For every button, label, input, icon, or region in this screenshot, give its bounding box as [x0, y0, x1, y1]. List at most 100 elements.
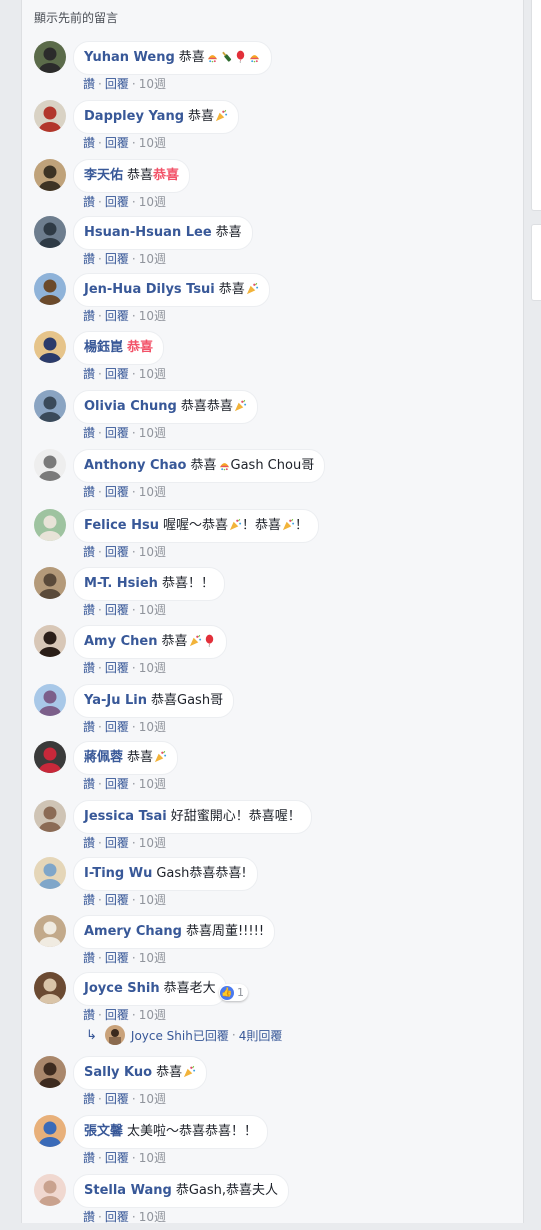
avatar[interactable]	[34, 509, 66, 541]
like-link[interactable]: 讚	[83, 252, 95, 266]
timestamp[interactable]: 10週	[139, 1092, 166, 1106]
like-link[interactable]: 讚	[83, 836, 95, 850]
avatar[interactable]	[34, 625, 66, 657]
commenter-name[interactable]: Joyce Shih	[84, 981, 160, 996]
avatar[interactable]	[34, 100, 66, 132]
avatar[interactable]	[34, 684, 66, 716]
like-link[interactable]: 讚	[83, 309, 95, 323]
avatar[interactable]	[34, 741, 66, 773]
avatar[interactable]	[34, 216, 66, 248]
timestamp[interactable]: 10週	[139, 485, 166, 499]
reply-link[interactable]: 回覆	[105, 77, 129, 91]
commenter-name[interactable]: Amery Chang	[84, 924, 182, 939]
like-link[interactable]: 讚	[83, 1151, 95, 1165]
reply-link[interactable]: 回覆	[105, 252, 129, 266]
commenter-name[interactable]: Olivia Chung	[84, 399, 177, 414]
reply-link[interactable]: 回覆	[105, 661, 129, 675]
reply-link[interactable]: 回覆	[105, 367, 129, 381]
reply-link[interactable]: 回覆	[105, 195, 129, 209]
timestamp[interactable]: 10週	[139, 1210, 166, 1224]
like-link[interactable]: 讚	[83, 951, 95, 965]
like-link[interactable]: 讚	[83, 661, 95, 675]
avatar[interactable]	[34, 915, 66, 947]
commenter-name[interactable]: Yuhan Weng	[84, 50, 175, 65]
reply-link[interactable]: 回覆	[105, 1092, 129, 1106]
commenter-name[interactable]: Jessica Tsai	[84, 809, 167, 824]
commenter-name[interactable]: Dappley Yang	[84, 109, 184, 124]
avatar[interactable]	[34, 857, 66, 889]
avatar[interactable]	[34, 567, 66, 599]
timestamp[interactable]: 10週	[139, 136, 166, 150]
timestamp[interactable]: 10週	[139, 426, 166, 440]
avatar[interactable]	[34, 273, 66, 305]
timestamp[interactable]: 10週	[139, 195, 166, 209]
timestamp[interactable]: 10週	[139, 252, 166, 266]
like-link[interactable]: 讚	[83, 426, 95, 440]
like-link[interactable]: 讚	[83, 603, 95, 617]
timestamp[interactable]: 10週	[139, 603, 166, 617]
commenter-name[interactable]: Anthony Chao	[84, 458, 186, 473]
commenter-name[interactable]: M-T. Hsieh	[84, 576, 158, 591]
timestamp[interactable]: 10週	[139, 367, 166, 381]
commenter-name[interactable]: 李天佑	[84, 168, 123, 183]
reply-link[interactable]: 回覆	[105, 603, 129, 617]
like-link[interactable]: 讚	[83, 1008, 95, 1022]
like-link[interactable]: 讚	[83, 77, 95, 91]
timestamp[interactable]: 10週	[139, 1151, 166, 1165]
avatar[interactable]	[34, 1056, 66, 1088]
commenter-name[interactable]: Felice Hsu	[84, 518, 159, 533]
reply-link[interactable]: 回覆	[105, 1210, 129, 1224]
like-link[interactable]: 讚	[83, 1210, 95, 1224]
commenter-name[interactable]: Amy Chen	[84, 634, 157, 649]
commenter-name[interactable]: 張文馨	[84, 1124, 123, 1139]
reply-link[interactable]: 回覆	[105, 951, 129, 965]
commenter-name[interactable]: Hsuan-Hsuan Lee	[84, 225, 212, 240]
like-link[interactable]: 讚	[83, 367, 95, 381]
reply-link[interactable]: 回覆	[105, 136, 129, 150]
avatar[interactable]	[34, 41, 66, 73]
timestamp[interactable]: 10週	[139, 720, 166, 734]
timestamp[interactable]: 10週	[139, 661, 166, 675]
like-link[interactable]: 讚	[83, 720, 95, 734]
avatar[interactable]	[34, 1115, 66, 1147]
reply-link[interactable]: 回覆	[105, 485, 129, 499]
commenter-name[interactable]: Ya-Ju Lin	[84, 693, 147, 708]
like-link[interactable]: 讚	[83, 777, 95, 791]
timestamp[interactable]: 10週	[139, 836, 166, 850]
reply-link[interactable]: 回覆	[105, 1008, 129, 1022]
reply-link[interactable]: 回覆	[105, 426, 129, 440]
commenter-name[interactable]: I-Ting Wu	[84, 866, 152, 881]
avatar[interactable]	[34, 800, 66, 832]
like-link[interactable]: 讚	[83, 545, 95, 559]
reply-link[interactable]: 回覆	[105, 545, 129, 559]
like-link[interactable]: 讚	[83, 136, 95, 150]
avatar[interactable]	[34, 159, 66, 191]
reply-link[interactable]: 回覆	[105, 309, 129, 323]
reply-link[interactable]: 回覆	[105, 720, 129, 734]
show-previous-comments-link[interactable]: 顯示先前的留言	[34, 9, 118, 26]
reaction-badge[interactable]: 👍 1	[219, 984, 248, 1001]
timestamp[interactable]: 10週	[139, 777, 166, 791]
avatar[interactable]	[34, 449, 66, 481]
like-link[interactable]: 讚	[83, 893, 95, 907]
like-link[interactable]: 讚	[83, 485, 95, 499]
commenter-name[interactable]: 楊鈺崑	[84, 340, 123, 355]
commenter-name[interactable]: Sally Kuo	[84, 1065, 152, 1080]
timestamp[interactable]: 10週	[139, 1008, 166, 1022]
avatar[interactable]	[34, 331, 66, 363]
reply-link[interactable]: 回覆	[105, 836, 129, 850]
avatar[interactable]	[34, 1174, 66, 1206]
timestamp[interactable]: 10週	[139, 893, 166, 907]
commenter-name[interactable]: 蔣佩蓉	[84, 750, 123, 765]
timestamp[interactable]: 10週	[139, 545, 166, 559]
avatar[interactable]	[34, 972, 66, 1004]
commenter-name[interactable]: Stella Wang	[84, 1183, 172, 1198]
reply-link[interactable]: 回覆	[105, 893, 129, 907]
like-link[interactable]: 讚	[83, 1092, 95, 1106]
reply-summary[interactable]: ↳ Joyce Shih已回覆 · 4則回覆	[86, 1025, 282, 1045]
avatar[interactable]	[34, 390, 66, 422]
timestamp[interactable]: 10週	[139, 951, 166, 965]
reply-link[interactable]: 回覆	[105, 1151, 129, 1165]
timestamp[interactable]: 10週	[139, 309, 166, 323]
reply-link[interactable]: 回覆	[105, 777, 129, 791]
